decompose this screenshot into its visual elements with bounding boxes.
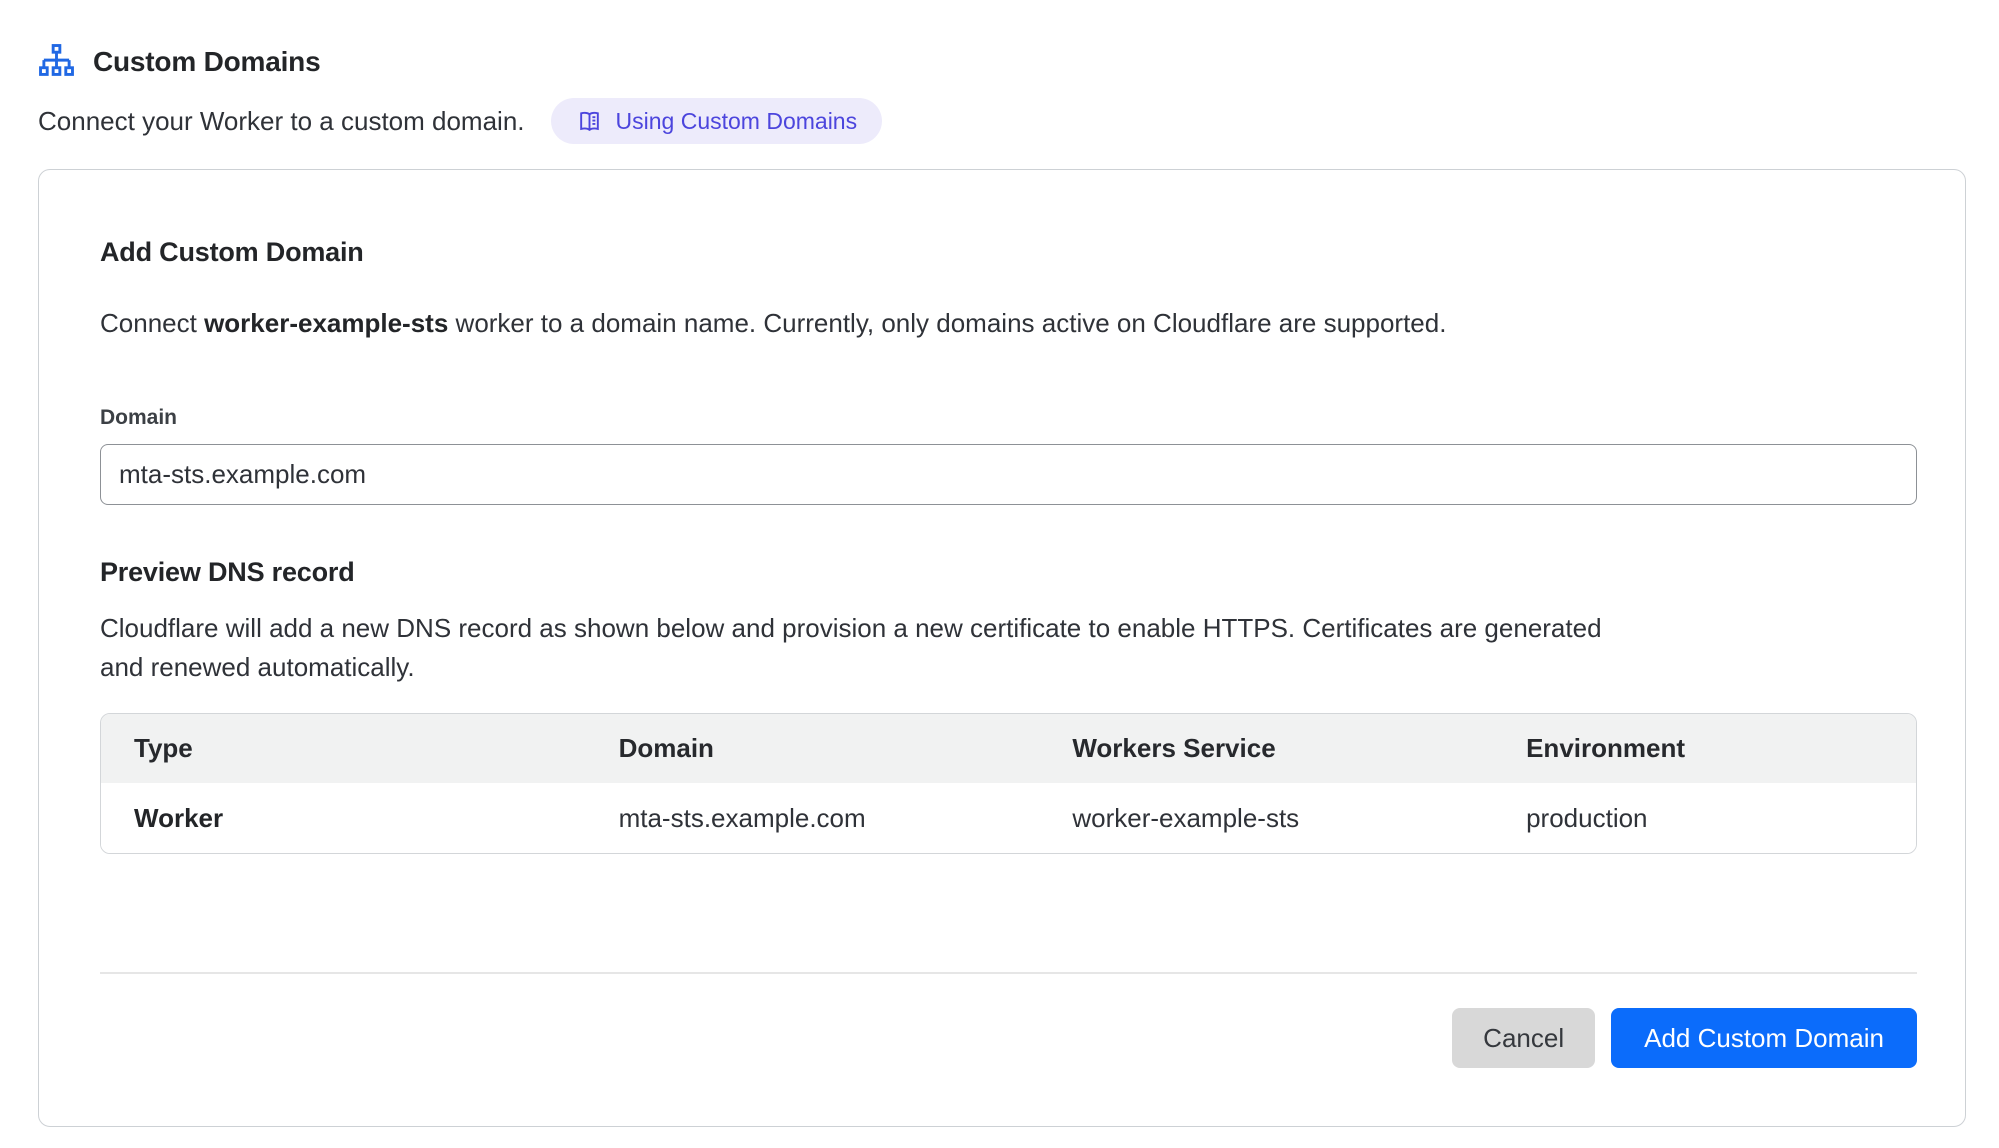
preview-dns-description: Cloudflare will add a new DNS record as …: [100, 609, 1610, 687]
title-row: Custom Domains: [38, 44, 1961, 79]
intro-suffix: worker to a domain name. Currently, only…: [448, 308, 1446, 338]
worker-name: worker-example-sts: [204, 308, 448, 338]
cancel-button[interactable]: Cancel: [1452, 1008, 1595, 1068]
docs-link-label: Using Custom Domains: [616, 108, 858, 135]
open-book-icon: [576, 108, 603, 135]
dns-preview-table: Type Domain Workers Service Environment …: [100, 713, 1917, 854]
column-header-domain: Domain: [586, 733, 1040, 764]
page-subtitle: Connect your Worker to a custom domain.: [38, 106, 525, 137]
domain-input[interactable]: [100, 444, 1917, 505]
add-custom-domain-button[interactable]: Add Custom Domain: [1611, 1008, 1917, 1068]
page-title: Custom Domains: [93, 46, 320, 78]
cell-workers-service: worker-example-sts: [1039, 803, 1493, 834]
page-header: Custom Domains Connect your Worker to a …: [0, 0, 1999, 144]
add-custom-domain-card: Add Custom Domain Connect worker-example…: [38, 169, 1966, 1127]
docs-link-using-custom-domains[interactable]: Using Custom Domains: [551, 98, 883, 144]
domain-field-label: Domain: [100, 405, 1917, 430]
table-row: Worker mta-sts.example.com worker-exampl…: [101, 783, 1916, 853]
card-intro: Connect worker-example-sts worker to a d…: [100, 307, 1917, 339]
subtitle-row: Connect your Worker to a custom domain. …: [38, 98, 1961, 144]
column-header-workers-service: Workers Service: [1039, 733, 1493, 764]
cell-domain: mta-sts.example.com: [586, 803, 1040, 834]
preview-dns-heading: Preview DNS record: [100, 555, 1917, 589]
cell-type: Worker: [101, 803, 586, 834]
footer-actions: Cancel Add Custom Domain: [100, 1008, 1917, 1068]
sitemap-icon: [38, 44, 75, 79]
card-heading: Add Custom Domain: [100, 235, 1917, 269]
column-header-environment: Environment: [1493, 733, 1916, 764]
column-header-type: Type: [101, 733, 586, 764]
table-header-row: Type Domain Workers Service Environment: [101, 714, 1916, 783]
cell-environment: production: [1493, 803, 1916, 834]
intro-prefix: Connect: [100, 308, 204, 338]
footer-divider: [100, 972, 1917, 974]
